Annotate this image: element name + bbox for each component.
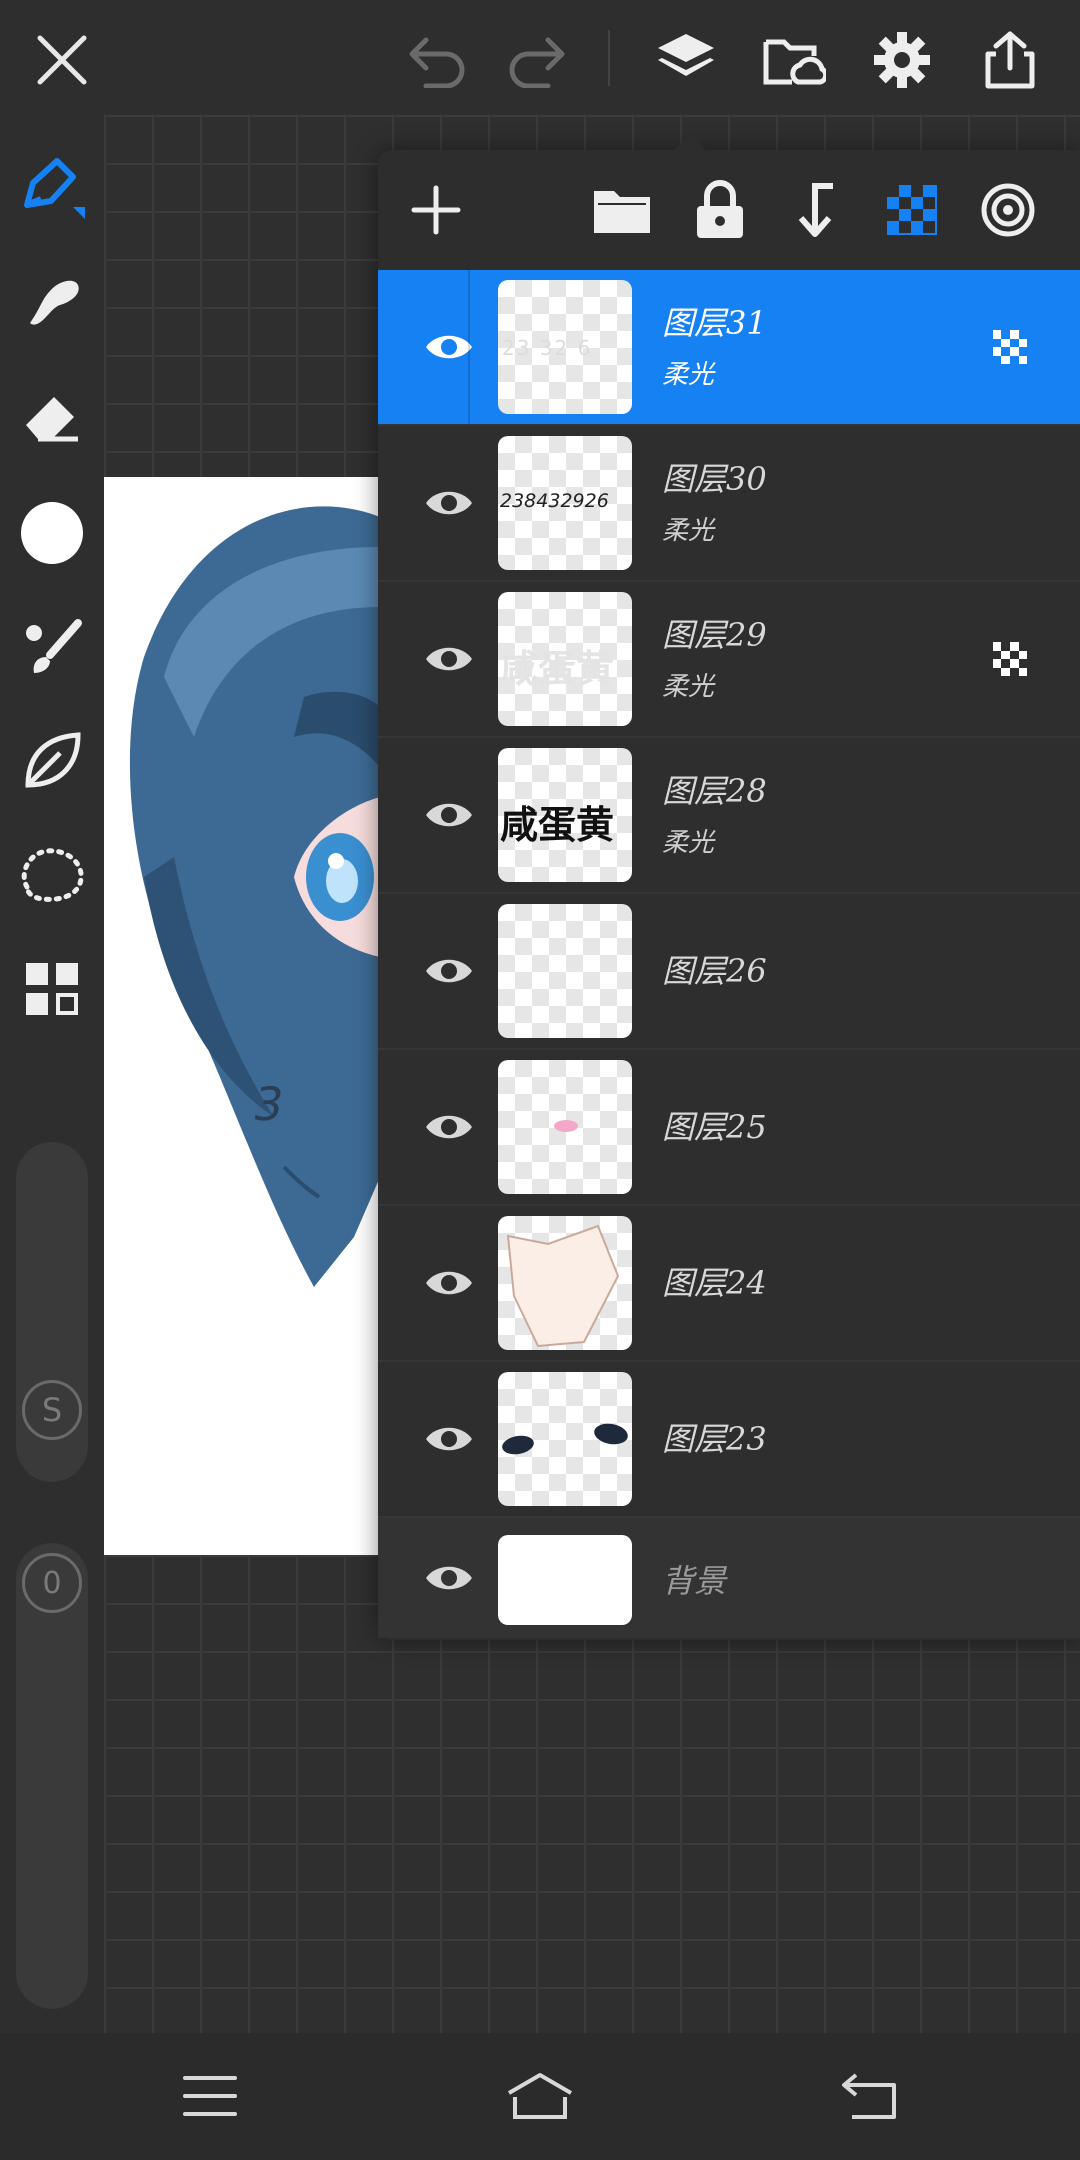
opacity-slider[interactable]: 0 xyxy=(16,1543,88,2009)
layer-name: 图层26 xyxy=(662,952,767,990)
layer-thumbnail: 23 32 6 xyxy=(498,280,632,414)
layer-row[interactable]: 咸蛋黄 图层28 柔光 xyxy=(378,738,1080,894)
close-icon[interactable] xyxy=(22,20,102,100)
thumbnail-text: 238432926 xyxy=(500,490,609,512)
gear-icon[interactable] xyxy=(862,20,942,100)
layer-row[interactable]: 238432926 图层30 柔光 xyxy=(378,426,1080,582)
visibility-eye-icon[interactable] xyxy=(414,790,484,840)
layer-row[interactable]: 图层23 xyxy=(378,1362,1080,1518)
cloud-folder-icon[interactable] xyxy=(754,20,834,100)
layer-name: 图层29 xyxy=(662,616,767,654)
toolbar-divider xyxy=(608,30,610,86)
pen-icon[interactable] xyxy=(14,150,90,226)
folder-icon[interactable] xyxy=(584,172,660,248)
artboard[interactable]: 3 xyxy=(104,477,380,1555)
visibility-eye-icon[interactable] xyxy=(414,634,484,684)
back-icon[interactable] xyxy=(830,2063,910,2129)
layer-name: 背景 xyxy=(662,1562,727,1600)
visibility-eye-icon[interactable] xyxy=(414,1102,484,1152)
layer-name: 图层24 xyxy=(662,1264,767,1302)
layer-thumbnail: 咸蛋黄 xyxy=(498,748,632,882)
alpha-lock-indicator-icon xyxy=(992,329,1028,365)
home-icon[interactable] xyxy=(500,2063,580,2129)
visibility-eye-icon[interactable] xyxy=(414,946,484,996)
thumbnail-text: 咸蛋黄 xyxy=(500,647,615,691)
character-drawing xyxy=(129,506,380,1288)
layer-name: 图层30 xyxy=(662,460,767,498)
layer-thumbnail xyxy=(498,904,632,1038)
eraser-icon[interactable] xyxy=(14,377,90,453)
visibility-eye-icon[interactable] xyxy=(414,478,484,528)
layer-thumbnail xyxy=(498,1535,632,1625)
thumbnail-sketch xyxy=(506,1224,620,1348)
lasso-icon[interactable] xyxy=(14,837,90,913)
lock-icon[interactable] xyxy=(682,172,758,248)
layer-row[interactable]: 图层26 xyxy=(378,894,1080,1050)
layers-toolbar xyxy=(378,150,1080,270)
layer-name: 图层25 xyxy=(662,1108,767,1146)
leaf-icon[interactable] xyxy=(14,723,90,799)
thumbnail-text: 23 32 6 xyxy=(502,336,593,360)
layer-name: 图层23 xyxy=(662,1420,767,1458)
thumbnail-text: 咸蛋黄 xyxy=(500,803,615,847)
layer-row[interactable]: 图层24 xyxy=(378,1206,1080,1362)
target-icon[interactable] xyxy=(970,172,1046,248)
visibility-eye-icon[interactable] xyxy=(414,1553,484,1603)
visibility-eye-icon[interactable] xyxy=(414,1414,484,1464)
alpha-lock-icon[interactable] xyxy=(874,172,950,248)
top-toolbar xyxy=(0,0,1080,115)
merge-down-icon[interactable] xyxy=(778,172,854,248)
panel-pointer xyxy=(674,134,706,150)
visibility-eye-icon[interactable] xyxy=(414,322,484,372)
layer-name: 图层28 xyxy=(662,772,767,810)
brush-library-icon[interactable] xyxy=(14,609,90,685)
redo-icon[interactable] xyxy=(496,20,576,100)
blend-mode: 柔光 xyxy=(662,360,715,390)
layers-panel: 23 32 6 图层31 柔光 238432926 图层30 柔光 咸蛋黄 图层… xyxy=(378,134,1080,1640)
smudge-icon[interactable] xyxy=(14,263,90,339)
blend-mode: 柔光 xyxy=(662,828,715,858)
undo-icon[interactable] xyxy=(398,20,478,100)
row-separator xyxy=(468,270,470,424)
layer-row[interactable]: 图层25 xyxy=(378,1050,1080,1206)
layer-thumbnail xyxy=(498,1216,632,1350)
layer-thumbnail: 咸蛋黄 xyxy=(498,592,632,726)
blend-mode: 柔光 xyxy=(662,516,715,546)
add-layer-icon[interactable] xyxy=(398,172,474,248)
layer-thumbnail: 238432926 xyxy=(498,436,632,570)
size-badge[interactable]: S xyxy=(22,1380,82,1440)
layer-row[interactable]: 咸蛋黄 图层29 柔光 xyxy=(378,582,1080,738)
blend-mode: 柔光 xyxy=(662,672,715,702)
layer-name: 图层31 xyxy=(662,304,767,342)
system-nav-bar xyxy=(0,2033,1080,2160)
alpha-lock-indicator-icon xyxy=(992,641,1028,677)
grid-icon[interactable] xyxy=(14,951,90,1027)
background-layer-row[interactable]: 背景 xyxy=(378,1518,1080,1638)
color-swatch[interactable] xyxy=(14,495,90,571)
opacity-badge[interactable]: 0 xyxy=(22,1553,82,1613)
thumbnail-mark xyxy=(500,1433,536,1457)
menu-icon[interactable] xyxy=(170,2063,250,2129)
thumbnail-mark xyxy=(554,1120,578,1132)
layer-thumbnail xyxy=(498,1060,632,1194)
layers-icon[interactable] xyxy=(646,20,726,100)
layer-row[interactable]: 23 32 6 图层31 柔光 xyxy=(378,270,1080,426)
thumbnail-mark xyxy=(592,1421,630,1447)
share-icon[interactable] xyxy=(970,20,1050,100)
brush-size-slider[interactable]: S xyxy=(16,1142,88,1482)
visibility-eye-icon[interactable] xyxy=(414,1258,484,1308)
layer-thumbnail xyxy=(498,1372,632,1506)
left-toolbar: S 0 xyxy=(0,115,104,2033)
